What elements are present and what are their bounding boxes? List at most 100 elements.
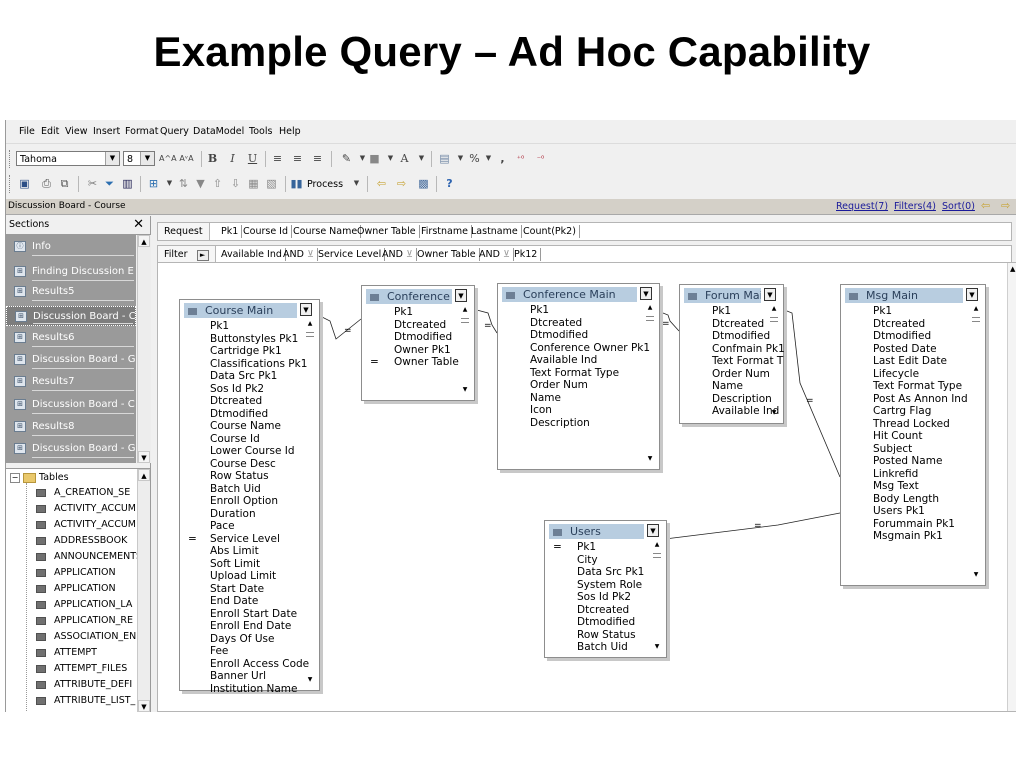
menu-tools[interactable]: Tools	[249, 126, 272, 137]
join-line[interactable]	[781, 308, 841, 478]
scroll-thumb[interactable]	[306, 332, 314, 337]
toolbar-grip[interactable]	[9, 150, 12, 168]
increase-decimal-icon[interactable]: ⁺⁰	[513, 151, 528, 166]
request-field[interactable]: Course Id	[240, 225, 293, 238]
font-select[interactable]: Tahoma ▼	[16, 151, 120, 166]
descending-icon[interactable]: ⇩	[228, 176, 243, 191]
tree-table-item[interactable]: APPLICATION_RE	[36, 615, 144, 626]
table-field[interactable]: Data Src Pk1	[210, 370, 277, 383]
scroll-up-icon[interactable]: ▲	[1010, 265, 1015, 273]
table-field[interactable]: Pk1	[530, 304, 549, 317]
chevron-down-icon[interactable]: ▼	[349, 176, 364, 191]
number-format-icon[interactable]: ▤	[437, 151, 452, 166]
table-field[interactable]: Enroll Start Date	[210, 608, 297, 621]
sort-icon[interactable]: ⇅	[176, 176, 191, 191]
toolbar-grip[interactable]	[9, 175, 12, 193]
table-field[interactable]: Buttonstyles Pk1	[210, 333, 298, 346]
chevron-down-icon[interactable]: ▼	[481, 151, 496, 166]
chevron-down-icon[interactable]: ▼	[383, 151, 398, 166]
align-center-icon[interactable]: ≡	[290, 151, 305, 166]
chevron-down-icon[interactable]: ▼	[453, 151, 468, 166]
bold-button[interactable]: B	[205, 151, 220, 166]
filter-operator[interactable]: AND ⊻	[280, 248, 318, 261]
scroll-thumb[interactable]	[972, 317, 980, 322]
section-item[interactable]: ⊞ Results5	[6, 282, 136, 302]
menu-insert[interactable]: Insert	[93, 126, 120, 137]
filters-link[interactable]: Filters(4)	[894, 201, 936, 212]
section-item[interactable]: ⊞ Discussion Board - C	[6, 306, 136, 326]
table-field-scrollbar[interactable]: ▲ ▼	[305, 320, 316, 686]
table-field[interactable]: Dtcreated	[712, 318, 764, 331]
scroll-down-icon[interactable]: ▼	[652, 643, 662, 651]
expand-arrow-icon[interactable]: ►	[196, 250, 209, 261]
tree-table-item[interactable]: ATTEMPT_FILES	[36, 663, 144, 674]
table-field[interactable]: Hit Count	[873, 430, 922, 443]
scroll-thumb[interactable]	[653, 553, 661, 558]
underline-button[interactable]: U	[245, 151, 260, 166]
sections-scrollbar[interactable]: ▲ ▼	[137, 235, 151, 463]
table-field[interactable]: Name	[712, 380, 743, 393]
section-item[interactable]: ⊞ Discussion Board - G	[6, 350, 136, 370]
table-field[interactable]: Description	[712, 393, 772, 406]
tree-table-item[interactable]: A_CREATION_SE	[36, 487, 144, 498]
properties-icon[interactable]: ▧	[264, 176, 279, 191]
grow-font-icon[interactable]: A^A	[159, 151, 177, 166]
filter-funnel-icon[interactable]: ⏷	[102, 176, 117, 191]
forward-arrow-icon[interactable]: ⇨	[1001, 199, 1010, 212]
table-field[interactable]: Thread Locked	[873, 418, 950, 431]
tree-table-item[interactable]: ACTIVITY_ACCUM	[36, 503, 144, 514]
ascending-icon[interactable]: ⇧	[210, 176, 225, 191]
table-field[interactable]: System Role	[577, 579, 642, 592]
request-field[interactable]: Firstname	[418, 225, 472, 238]
table-field[interactable]: Pk1	[577, 541, 596, 554]
table-field[interactable]: Data Src Pk1	[577, 566, 644, 579]
table-field[interactable]: Institution Name	[210, 683, 297, 696]
scroll-up-icon[interactable]: ▲	[769, 305, 779, 313]
table-field[interactable]: Course Desc	[210, 458, 276, 471]
chevron-down-icon[interactable]: ▼	[455, 289, 467, 302]
forward-arrow-icon[interactable]: ⇨	[394, 176, 409, 191]
table-field[interactable]: Posted Name	[873, 455, 942, 468]
table-field[interactable]: Name	[530, 392, 561, 405]
collapse-icon[interactable]: −	[10, 472, 20, 483]
table-field[interactable]: Msg Text	[873, 480, 919, 493]
table-field-scrollbar[interactable]: ▲ ▼	[971, 305, 982, 581]
table-field[interactable]: Cartrg Flag	[873, 405, 931, 418]
chevron-down-icon[interactable]: ▼	[640, 287, 652, 300]
comma-style-icon[interactable]: ,	[495, 151, 510, 166]
table-box-msg-main[interactable]: Msg Main ▼ Pk1 Dtcreated Dtmodified Posted Da…	[840, 284, 986, 586]
tree-table-item[interactable]: ADDRESSBOOK	[36, 535, 144, 546]
table-field[interactable]: Batch Uid	[210, 483, 261, 496]
table-field[interactable]: Service Level	[210, 533, 280, 546]
tree-table-item[interactable]: ANNOUNCEMENTS	[36, 551, 144, 562]
tree-table-item[interactable]: ACTIVITY_ACCUM	[36, 519, 144, 530]
scroll-up-icon[interactable]: ▲	[645, 304, 655, 312]
menu-file[interactable]: File	[19, 126, 35, 137]
table-field-scrollbar[interactable]: ▲ ▼	[769, 305, 780, 419]
scroll-up-icon[interactable]: ▲	[138, 235, 150, 247]
canvas-vertical-scrollbar[interactable]: ▲	[1007, 263, 1016, 711]
table-field-scrollbar[interactable]: ▲ ▼	[652, 541, 663, 653]
table-field[interactable]: Pace	[210, 520, 235, 533]
table-field[interactable]: Upload Limit	[210, 570, 276, 583]
shrink-font-icon[interactable]: AᵛA	[179, 151, 194, 166]
table-field[interactable]: Row Status	[210, 470, 269, 483]
process-button[interactable]: Process	[307, 179, 343, 190]
menu-datamodel[interactable]: DataModel	[193, 126, 244, 137]
chevron-down-icon[interactable]: ▼	[162, 176, 177, 191]
table-field[interactable]: Dtmodified	[873, 330, 931, 343]
table-field[interactable]: Last Edit Date	[873, 355, 947, 368]
table-header[interactable]: Conference Main	[502, 287, 637, 302]
scroll-thumb[interactable]	[461, 318, 469, 323]
table-field[interactable]: Posted Date	[873, 343, 937, 356]
tables-tree-root[interactable]: − Tables	[10, 472, 69, 483]
sort-link[interactable]: Sort(0)	[942, 201, 975, 212]
section-item[interactable]: ⊞ Finding Discussion E	[6, 262, 136, 282]
table-box-course-main[interactable]: Course Main ▼ Pk1 Buttonstyles Pk1 Cartridge…	[179, 299, 320, 695]
section-item[interactable]: ⊞ Discussion Board - G	[6, 439, 136, 459]
table-field-scrollbar[interactable]: ▲ ▼	[460, 306, 471, 396]
font-size-select[interactable]: 8 ▼	[123, 151, 155, 166]
line-color-icon[interactable]: ✎	[339, 151, 354, 166]
join-line[interactable]	[664, 512, 841, 540]
menu-help[interactable]: Help	[279, 126, 301, 137]
